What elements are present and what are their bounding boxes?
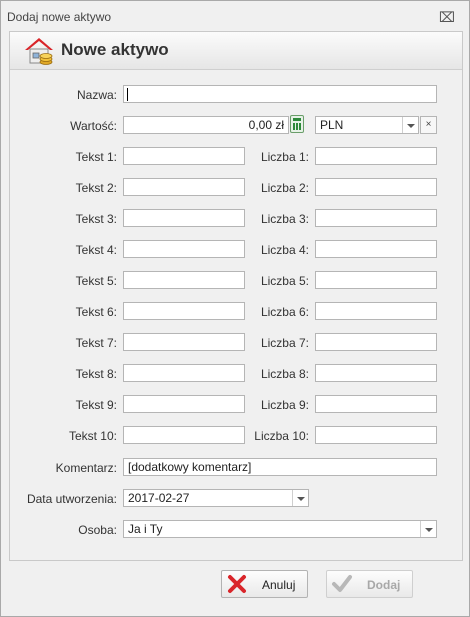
text-input[interactable]: [123, 271, 245, 289]
name-label: Nazwa:: [76, 88, 117, 102]
title-bar: Dodaj nowe aktywo ⌧: [1, 1, 469, 31]
close-icon[interactable]: ⌧: [433, 7, 461, 27]
text-label: Tekst 2:: [75, 181, 117, 195]
text-cursor: [127, 88, 128, 102]
text-label: Tekst 4:: [75, 243, 117, 257]
number-input[interactable]: [315, 333, 437, 351]
number-input[interactable]: [315, 426, 437, 444]
number-label: Liczba 6:: [260, 305, 309, 319]
name-input[interactable]: [123, 85, 437, 103]
text-input[interactable]: [123, 240, 245, 258]
comment-input[interactable]: [dodatkowy komentarz]: [123, 458, 437, 476]
number-label: Liczba 10:: [254, 429, 309, 443]
number-input[interactable]: [315, 240, 437, 258]
text-input[interactable]: [123, 209, 245, 227]
number-label: Liczba 5:: [260, 274, 309, 288]
currency-value: PLN: [320, 118, 344, 132]
person-select[interactable]: Ja i Ty: [123, 520, 437, 538]
date-label: Data utworzenia:: [26, 492, 117, 506]
number-input[interactable]: [315, 147, 437, 165]
number-input[interactable]: [315, 178, 437, 196]
number-input[interactable]: [315, 302, 437, 320]
number-label: Liczba 8:: [260, 367, 309, 381]
text-input[interactable]: [123, 178, 245, 196]
text-input[interactable]: [123, 364, 245, 382]
date-picker[interactable]: 2017-02-27: [123, 489, 309, 507]
cancel-button[interactable]: Anuluj: [221, 570, 308, 598]
calculator-icon[interactable]: [290, 115, 304, 133]
number-label: Liczba 4:: [260, 243, 309, 257]
number-label: Liczba 7:: [260, 336, 309, 350]
panel-title: Nowe aktywo: [61, 40, 169, 59]
number-label: Liczba 9:: [260, 398, 309, 412]
person-value: Ja i Ty: [128, 522, 163, 536]
text-input[interactable]: [123, 147, 245, 165]
number-label: Liczba 2:: [260, 181, 309, 195]
text-label: Tekst 10:: [68, 429, 117, 443]
red-x-icon: [228, 575, 246, 593]
window-title: Dodaj nowe aktywo: [7, 10, 112, 24]
clear-currency-button[interactable]: ×: [420, 116, 437, 134]
text-input[interactable]: [123, 395, 245, 413]
text-input[interactable]: [123, 426, 245, 444]
amount-input[interactable]: 0,00 zł: [123, 116, 289, 134]
text-label: Tekst 3:: [75, 212, 117, 226]
number-input[interactable]: [315, 209, 437, 227]
add-label: Dodaj: [367, 578, 401, 592]
number-label: Liczba 3:: [260, 212, 309, 226]
cancel-label: Anuluj: [262, 578, 296, 592]
text-label: Tekst 6:: [75, 305, 117, 319]
text-input[interactable]: [123, 333, 245, 351]
dialog-window: Dodaj nowe aktywo ⌧ Nowe aktywo Nazwa: W…: [0, 0, 470, 617]
checkmark-icon: [332, 575, 352, 592]
panel-header: Nowe aktywo: [10, 32, 462, 70]
text-label: Tekst 5:: [75, 274, 117, 288]
chevron-down-icon[interactable]: [420, 521, 436, 537]
text-input[interactable]: [123, 302, 245, 320]
text-label: Tekst 8:: [75, 367, 117, 381]
chevron-down-icon[interactable]: [402, 117, 418, 133]
text-label: Tekst 9:: [75, 398, 117, 412]
comment-label: Komentarz:: [55, 461, 117, 475]
text-label: Tekst 1:: [75, 150, 117, 164]
add-button[interactable]: Dodaj: [326, 570, 413, 598]
date-value: 2017-02-27: [128, 491, 190, 505]
number-input[interactable]: [315, 271, 437, 289]
number-input[interactable]: [315, 364, 437, 382]
form-panel: Nowe aktywo: [9, 31, 463, 561]
value-label: Wartość:: [70, 119, 117, 133]
house-coins-icon: [25, 38, 53, 65]
text-label: Tekst 7:: [75, 336, 117, 350]
currency-select[interactable]: PLN: [315, 116, 419, 134]
person-label: Osoba:: [78, 523, 117, 537]
number-label: Liczba 1:: [260, 150, 309, 164]
number-input[interactable]: [315, 395, 437, 413]
chevron-down-icon[interactable]: [292, 490, 308, 506]
